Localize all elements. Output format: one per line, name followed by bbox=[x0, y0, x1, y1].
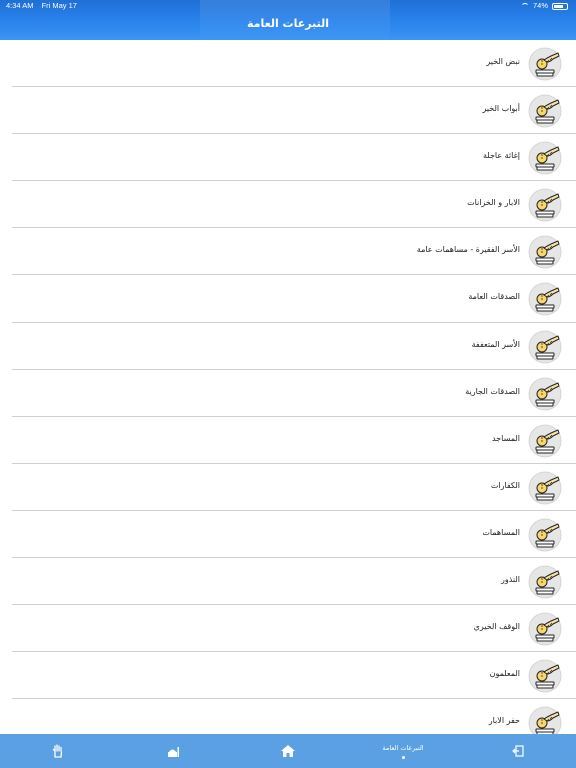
list-item-11[interactable]: النذور bbox=[12, 558, 576, 606]
donation-box-icon bbox=[528, 565, 562, 599]
navigation-header: 4:34 AM Fri May 17 74% التبرعات العامة bbox=[0, 0, 576, 40]
list-item-label: المساجد bbox=[491, 433, 520, 443]
tab-mosque[interactable] bbox=[143, 734, 203, 768]
donation-box-icon bbox=[528, 188, 562, 222]
home-icon bbox=[281, 745, 295, 757]
tab-general-donations[interactable]: التبرعات العامة bbox=[373, 734, 433, 768]
wifi-icon bbox=[520, 3, 529, 9]
battery-percent: 74% bbox=[532, 1, 548, 10]
tab-bar: التبرعات العامة bbox=[0, 734, 576, 768]
donation-box-icon bbox=[528, 377, 562, 411]
list-item-label: إغاثة عاجلة bbox=[483, 151, 520, 161]
list-item-label: أبواب الخير bbox=[482, 104, 520, 114]
list-item-label: نبض الخير bbox=[486, 57, 520, 66]
tab-home[interactable] bbox=[258, 734, 318, 768]
list-item-1[interactable]: أبواب الخير bbox=[12, 87, 576, 135]
list-item-label: الابار و الخزانات bbox=[467, 198, 520, 208]
list-item-8[interactable]: المساجد bbox=[12, 417, 576, 464]
list-item-label: حفر الابار bbox=[488, 716, 520, 726]
donation-box-icon bbox=[528, 424, 562, 458]
status-bar-right: 74% bbox=[520, 1, 568, 11]
list-item-3[interactable]: الابار و الخزانات bbox=[12, 181, 576, 229]
tab-logout[interactable] bbox=[488, 734, 548, 768]
list-item-label: المعلمون bbox=[489, 669, 520, 679]
donation-category-list: نبض الخير أبواب الخير إغاثة عاجلة الابار… bbox=[0, 40, 576, 734]
list-item-10[interactable]: المساهمات bbox=[12, 511, 576, 559]
list-item-label: الوقف الخيري bbox=[473, 622, 520, 632]
donation-box-icon bbox=[528, 659, 562, 693]
donation-box-icon bbox=[528, 235, 562, 269]
list-item-12[interactable]: الوقف الخيري bbox=[12, 605, 576, 653]
page-title: التبرعات العامة bbox=[247, 17, 329, 30]
logout-icon bbox=[512, 745, 524, 757]
donation-box-icon bbox=[528, 518, 562, 552]
battery-icon bbox=[552, 2, 568, 10]
list-item-label: الصدقات العامة bbox=[468, 292, 520, 302]
active-tab-indicator bbox=[401, 755, 405, 759]
tab-label-general-donations: التبرعات العامة bbox=[382, 743, 424, 752]
list-item-13[interactable]: المعلمون bbox=[12, 652, 576, 700]
list-item-label: النذور bbox=[501, 575, 520, 585]
list-item-label: الأسر المتعففة bbox=[471, 339, 520, 349]
donation-box-icon bbox=[528, 330, 562, 363]
donation-box-icon bbox=[528, 706, 562, 734]
list-item-14[interactable]: حفر الابار bbox=[12, 699, 576, 734]
donation-box-icon bbox=[528, 283, 562, 316]
list-item-4[interactable]: الأسر الفقيرة - مساهمات عامة bbox=[12, 228, 576, 276]
list-item-9[interactable]: الكفارات bbox=[12, 464, 576, 511]
list-item-label: الأسر الفقيرة - مساهمات عامة bbox=[416, 245, 520, 255]
list-item-7[interactable]: الصدقات الجارية bbox=[12, 370, 576, 417]
list-item-label: الكفارات bbox=[490, 480, 520, 490]
mosque-icon bbox=[168, 747, 179, 757]
status-time: 4:34 AM bbox=[6, 1, 34, 10]
list-item-2[interactable]: إغاثة عاجلة bbox=[12, 134, 576, 182]
list-item-label: المساهمات bbox=[482, 527, 520, 537]
list-item-5[interactable]: الصدقات العامة bbox=[12, 275, 576, 323]
donation-box-icon bbox=[528, 141, 562, 175]
donation-box-icon bbox=[528, 471, 562, 505]
list-item-label: الصدقات الجارية bbox=[465, 386, 520, 396]
donation-box-icon bbox=[528, 94, 562, 128]
tab-hand[interactable] bbox=[28, 734, 88, 768]
status-date: Fri May 17 bbox=[41, 1, 77, 10]
donation-box-icon bbox=[528, 612, 562, 646]
hand-icon bbox=[52, 744, 63, 758]
list-item-0[interactable]: نبض الخير bbox=[12, 40, 576, 88]
list-item-6[interactable]: الأسر المتعففة bbox=[12, 323, 576, 370]
status-bar-left: 4:34 AM Fri May 17 bbox=[6, 1, 77, 11]
donation-box-icon bbox=[528, 47, 562, 81]
